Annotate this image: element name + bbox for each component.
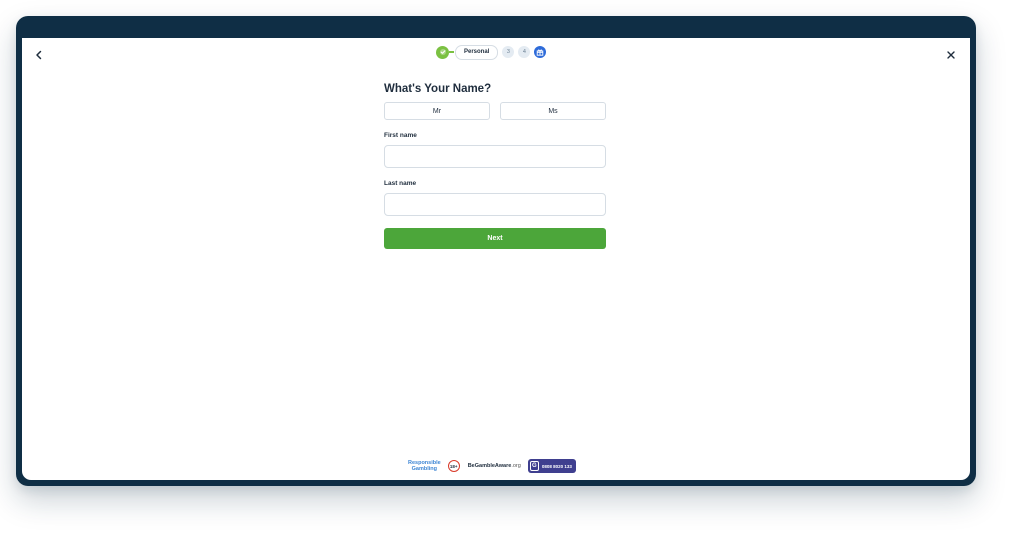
step-4: 4 — [518, 46, 531, 58]
first-name-label: First name — [384, 132, 417, 139]
title-ms-button[interactable]: Ms — [500, 102, 606, 120]
gift-icon — [537, 49, 544, 56]
name-form: What's Your Name? Mr Ms First name Last … — [384, 82, 606, 249]
step-completed — [436, 45, 449, 59]
gamcare-logo-icon: G — [529, 461, 539, 471]
progress-stepper: Personal 3 4 — [436, 44, 547, 60]
first-name-input[interactable] — [384, 145, 606, 168]
step-connector — [449, 51, 454, 53]
responsible-line-2: Gambling — [411, 466, 438, 472]
responsible-gambling-link[interactable]: Responsible Gambling — [408, 460, 441, 472]
footer-badges: Responsible Gambling 18+ BeGambleAware.o… — [408, 458, 598, 474]
close-icon — [947, 51, 955, 59]
last-name-label: Last name — [384, 180, 417, 187]
begambleaware-text: BeGambleAware — [467, 463, 512, 469]
title-selector: Mr Ms — [384, 102, 606, 120]
gamcare-badge[interactable]: G 0808 8020 133 — [527, 459, 576, 473]
begambleaware-link[interactable]: BeGambleAware.org — [468, 463, 521, 469]
device-frame: Personal 3 4 What's Your Name? Mr Ms Fir… — [16, 16, 976, 486]
close-button[interactable] — [940, 44, 962, 66]
title-mr-button[interactable]: Mr — [384, 102, 490, 120]
step-current: Personal — [455, 44, 499, 60]
chevron-left-icon — [36, 50, 42, 60]
step-final — [534, 46, 547, 58]
app-screen: Personal 3 4 What's Your Name? Mr Ms Fir… — [22, 38, 970, 480]
gamcare-phone: 0808 8020 133 — [541, 463, 572, 469]
back-button[interactable] — [28, 44, 50, 66]
age-18-badge: 18+ — [447, 460, 460, 472]
last-name-input[interactable] — [384, 193, 606, 216]
page-title: What's Your Name? — [384, 83, 492, 95]
check-icon — [439, 49, 446, 55]
begambleaware-suffix: .org — [511, 463, 521, 469]
step-3: 3 — [502, 46, 515, 58]
next-button[interactable]: Next — [384, 228, 606, 249]
